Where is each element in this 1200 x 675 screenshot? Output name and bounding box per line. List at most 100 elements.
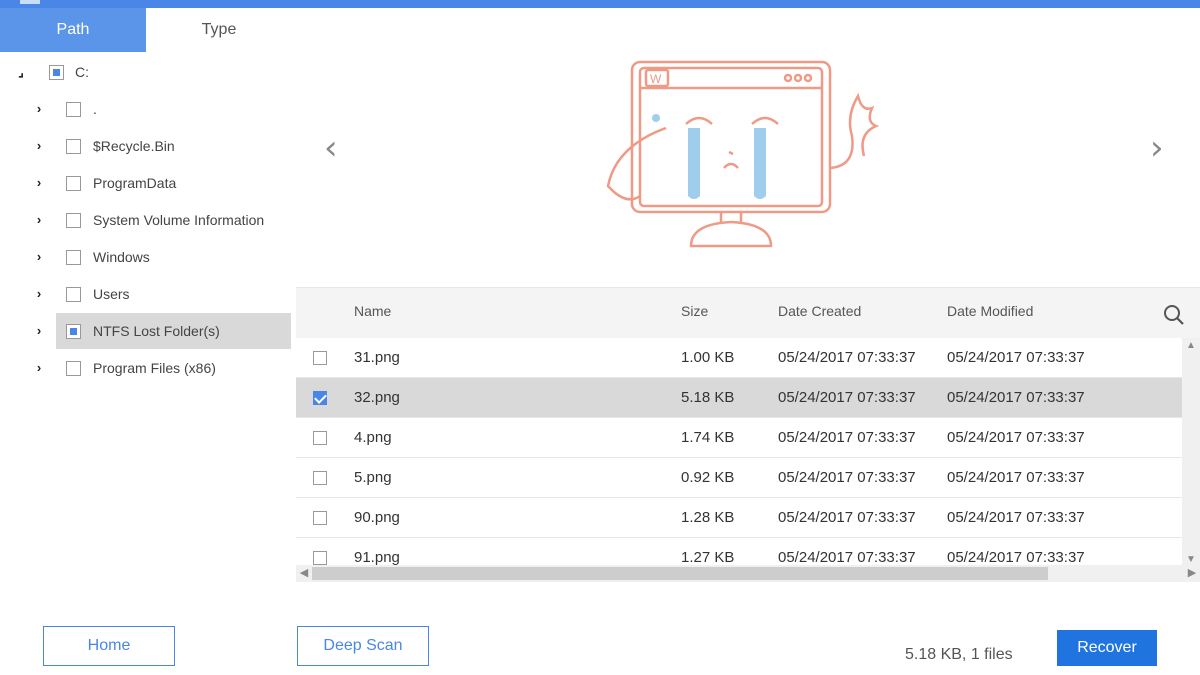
chevron-right-icon[interactable]: › xyxy=(32,91,46,127)
horizontal-scrollbar[interactable]: ◀ ▶ xyxy=(296,565,1200,582)
file-size: 1.74 KB xyxy=(681,429,735,446)
tree-node[interactable]: › . xyxy=(0,91,294,127)
tree-checkbox[interactable] xyxy=(66,361,81,376)
selection-status: 5.18 KB, 1 files xyxy=(905,646,1013,663)
date-modified: 05/24/2017 07:33:37 xyxy=(947,549,1085,566)
chevron-right-icon[interactable]: › xyxy=(32,165,46,201)
tree-node-label: Users xyxy=(93,286,130,302)
chevron-right-icon[interactable]: › xyxy=(1150,128,1164,168)
column-header-size[interactable]: Size xyxy=(681,288,708,334)
date-modified: 05/24/2017 07:33:37 xyxy=(947,469,1085,486)
title-bar xyxy=(0,0,1200,8)
file-table: Name Size Date Created Date Modified 31.… xyxy=(296,287,1200,582)
preview-pane: ‹ › W xyxy=(296,8,1200,285)
tree-node-label: $Recycle.Bin xyxy=(93,138,175,154)
chevron-right-icon[interactable]: › xyxy=(32,239,46,275)
file-name: 31.png xyxy=(354,349,400,366)
tree-node[interactable]: › ProgramData xyxy=(0,165,294,201)
tree-checkbox[interactable] xyxy=(66,287,81,302)
tree-checkbox[interactable] xyxy=(66,324,81,339)
tree-checkbox[interactable] xyxy=(49,65,64,80)
tree-node-label: . xyxy=(93,101,97,117)
tree-node-label: C: xyxy=(75,64,89,80)
tree-node[interactable]: › Windows xyxy=(0,239,294,275)
table-header: Name Size Date Created Date Modified xyxy=(296,288,1200,338)
tree-node[interactable]: › Program Files (x86) xyxy=(0,350,294,386)
tree-node-label: Program Files (x86) xyxy=(93,360,216,376)
search-icon[interactable] xyxy=(1162,303,1186,327)
chevron-right-icon[interactable]: › xyxy=(32,202,46,238)
tab-type[interactable]: Type xyxy=(146,8,292,52)
date-modified: 05/24/2017 07:33:37 xyxy=(947,429,1085,446)
scroll-left-icon[interactable]: ◀ xyxy=(296,565,312,582)
file-name: 32.png xyxy=(354,389,400,406)
chevron-right-icon[interactable]: › xyxy=(32,313,46,349)
chevron-right-icon[interactable]: › xyxy=(32,276,46,312)
row-checkbox[interactable] xyxy=(313,391,327,405)
tree-checkbox[interactable] xyxy=(66,139,81,154)
tree-node-label: Windows xyxy=(93,249,150,265)
app-logo xyxy=(20,0,40,4)
file-name: 91.png xyxy=(354,549,400,566)
table-row[interactable]: 90.png 1.28 KB 05/24/2017 07:33:37 05/24… xyxy=(296,498,1182,538)
scroll-up-icon[interactable]: ▲ xyxy=(1182,338,1200,354)
tree-node-label: NTFS Lost Folder(s) xyxy=(93,323,220,339)
row-checkbox[interactable] xyxy=(313,471,327,485)
chevron-right-icon[interactable]: › xyxy=(32,350,46,386)
recover-button[interactable]: Recover xyxy=(1057,630,1157,666)
table-row[interactable]: 5.png 0.92 KB 05/24/2017 07:33:37 05/24/… xyxy=(296,458,1182,498)
table-row[interactable]: 31.png 1.00 KB 05/24/2017 07:33:37 05/24… xyxy=(296,338,1182,378)
date-modified: 05/24/2017 07:33:37 xyxy=(947,389,1085,406)
date-created: 05/24/2017 07:33:37 xyxy=(778,349,916,366)
home-button[interactable]: Home xyxy=(43,626,175,666)
column-header-date-modified[interactable]: Date Modified xyxy=(947,288,1033,334)
file-name: 90.png xyxy=(354,509,400,526)
crying-computer-illustration: W xyxy=(606,60,880,248)
collapse-icon[interactable]: ⌟ xyxy=(14,54,28,90)
row-checkbox[interactable] xyxy=(313,511,327,525)
tree-node[interactable]: › System Volume Information xyxy=(0,202,294,238)
table-row[interactable]: 4.png 1.74 KB 05/24/2017 07:33:37 05/24/… xyxy=(296,418,1182,458)
date-modified: 05/24/2017 07:33:37 xyxy=(947,349,1085,366)
table-row[interactable]: 91.png 1.27 KB 05/24/2017 07:33:37 05/24… xyxy=(296,538,1182,566)
view-tabs: Path Type xyxy=(0,8,294,52)
column-header-date-created[interactable]: Date Created xyxy=(778,288,861,334)
tree-checkbox[interactable] xyxy=(66,213,81,228)
tab-path[interactable]: Path xyxy=(0,8,146,52)
folder-panel: Path Type ⌟ C: › . › $Recycle.Bin › Prog… xyxy=(0,8,294,582)
scroll-right-icon[interactable]: ▶ xyxy=(1184,565,1200,582)
logo-glyph: W xyxy=(650,72,662,86)
file-size: 5.18 KB xyxy=(681,389,735,406)
tree-checkbox[interactable] xyxy=(66,176,81,191)
tree-checkbox[interactable] xyxy=(66,102,81,117)
tree-node-root[interactable]: ⌟ C: xyxy=(0,54,294,90)
file-size: 1.27 KB xyxy=(681,549,735,566)
scroll-thumb[interactable] xyxy=(312,567,1048,580)
file-size: 0.92 KB xyxy=(681,469,735,486)
row-checkbox[interactable] xyxy=(313,551,327,565)
date-created: 05/24/2017 07:33:37 xyxy=(778,469,916,486)
tree-node-label: System Volume Information xyxy=(93,212,265,228)
tree-node-label: ProgramData xyxy=(93,175,177,191)
table-row-selected[interactable]: 32.png 5.18 KB 05/24/2017 07:33:37 05/24… xyxy=(296,378,1182,418)
tree-node[interactable]: › $Recycle.Bin xyxy=(0,128,294,164)
file-size: 1.00 KB xyxy=(681,349,735,366)
date-modified: 05/24/2017 07:33:37 xyxy=(947,509,1085,526)
tree-checkbox[interactable] xyxy=(66,250,81,265)
date-created: 05/24/2017 07:33:37 xyxy=(778,389,916,406)
date-created: 05/24/2017 07:33:37 xyxy=(778,429,916,446)
chevron-left-icon[interactable]: ‹ xyxy=(324,128,338,168)
row-checkbox[interactable] xyxy=(313,351,327,365)
row-checkbox[interactable] xyxy=(313,431,327,445)
file-size: 1.28 KB xyxy=(681,509,735,526)
file-name: 4.png xyxy=(354,429,392,446)
tree-node-selected[interactable]: NTFS Lost Folder(s) xyxy=(56,313,291,349)
date-created: 05/24/2017 07:33:37 xyxy=(778,549,916,566)
deep-scan-button[interactable]: Deep Scan xyxy=(297,626,429,666)
chevron-right-icon[interactable]: › xyxy=(32,128,46,164)
column-header-name[interactable]: Name xyxy=(354,288,391,334)
file-name: 5.png xyxy=(354,469,392,486)
vertical-scrollbar[interactable]: ▲ ▼ xyxy=(1182,338,1200,568)
date-created: 05/24/2017 07:33:37 xyxy=(778,509,916,526)
tree-node[interactable]: › Users xyxy=(0,276,294,312)
